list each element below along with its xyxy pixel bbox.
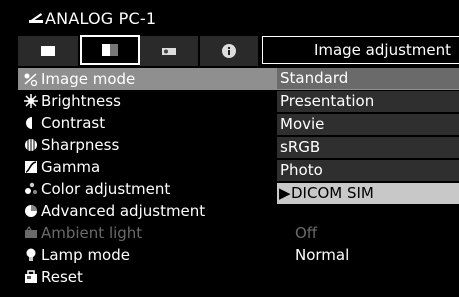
input-source-title: ANALOG PC-1	[45, 9, 157, 28]
menu-page-title: Image adjustment	[262, 36, 459, 64]
brightness-icon	[24, 94, 38, 108]
menu-item-label: Color adjustment	[41, 180, 171, 198]
tab-install[interactable]	[140, 36, 198, 66]
option-label: Movie	[280, 115, 325, 133]
menu-item-value: Normal	[295, 246, 350, 264]
option-srgb[interactable]: sRGB	[277, 137, 459, 158]
advanced-adjustment-icon	[25, 205, 37, 217]
info-icon	[222, 44, 236, 58]
option-dicom-sim[interactable]: ▶ DICOM SIM	[277, 183, 459, 204]
menu-item-label: Ambient light	[41, 224, 143, 242]
title-bar: ANALOG PC-1	[0, 0, 459, 38]
sharpness-icon	[25, 139, 37, 151]
option-label: DICOM SIM	[291, 184, 374, 202]
option-movie[interactable]: Movie	[277, 114, 459, 135]
reset-icon	[25, 270, 37, 283]
menu-item-ambient-light: Ambient light Off	[18, 222, 459, 244]
ambient-light-icon	[25, 225, 37, 238]
menu-item-label: Sharpness	[41, 136, 120, 154]
selected-marker-icon: ▶	[279, 184, 291, 202]
image-mode-icon	[24, 73, 38, 87]
color-adjustment-icon	[25, 182, 37, 194]
tab-info[interactable]	[200, 36, 258, 66]
menu-page-title-text: Image adjustment	[313, 41, 451, 59]
input-source-icon	[29, 13, 43, 23]
option-standard[interactable]: Standard	[277, 68, 459, 89]
menu-item-label: Brightness	[41, 92, 121, 110]
tab-image-adjustment[interactable]	[80, 35, 140, 65]
display-icon	[41, 46, 55, 56]
option-label: Presentation	[280, 92, 375, 110]
option-photo[interactable]: Photo	[277, 160, 459, 181]
menu-item-label: Gamma	[41, 158, 101, 176]
option-label: Photo	[280, 161, 323, 179]
menu-item-reset[interactable]: Reset	[18, 266, 459, 288]
tab-display[interactable]	[18, 36, 78, 66]
menu-item-label: Lamp mode	[41, 246, 130, 264]
image-settings-icon	[102, 44, 118, 56]
menu-item-label: Image mode	[41, 70, 136, 88]
contrast-icon	[26, 117, 32, 129]
menu-item-lamp-mode[interactable]: Lamp mode Normal	[18, 244, 459, 266]
menu-item-label: Advanced adjustment	[41, 202, 206, 220]
install-icon	[162, 48, 176, 55]
option-label: sRGB	[280, 138, 321, 156]
option-presentation[interactable]: Presentation	[277, 91, 459, 112]
gamma-icon	[25, 161, 37, 173]
lamp-icon	[26, 248, 36, 261]
menu-item-label: Reset	[41, 268, 83, 286]
menu-item-label: Contrast	[41, 114, 106, 132]
projector-menu: ANALOG PC-1 Image adjustment Image mode …	[0, 0, 459, 297]
option-label: Standard	[280, 69, 349, 87]
menu-item-value: Off	[295, 224, 318, 242]
